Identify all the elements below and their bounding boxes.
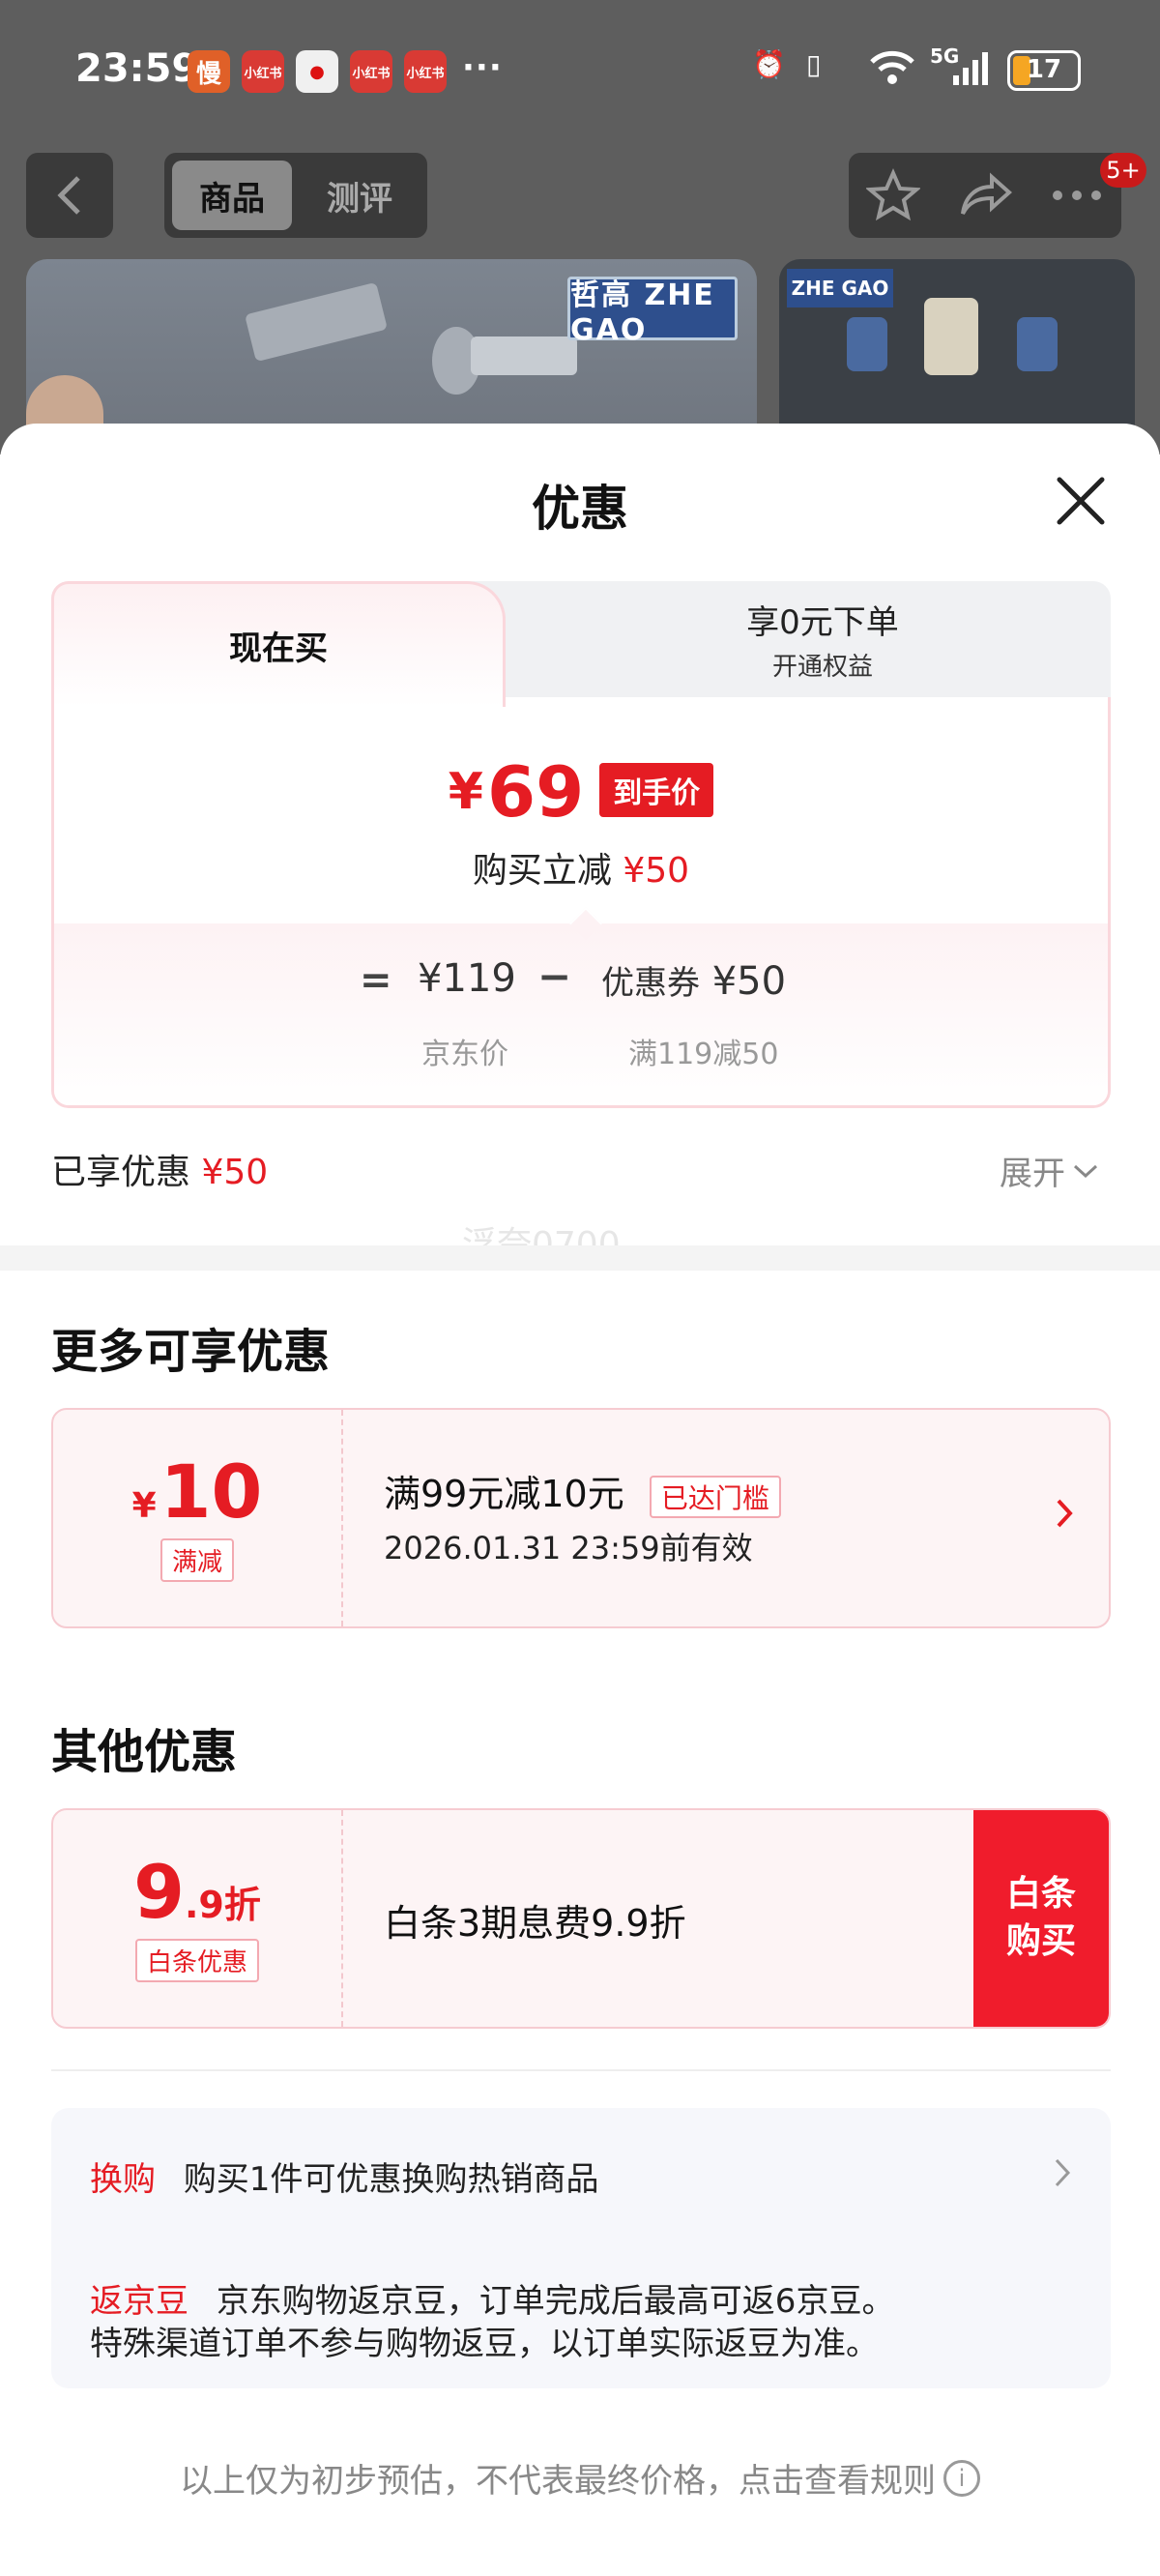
- product-review-tabs: 商品 测评: [164, 153, 427, 238]
- tab-zero-order-sub: 开通权益: [771, 653, 873, 682]
- exchange-text: 购买1件可优惠换购热销商品: [183, 2160, 599, 2199]
- other-offers-title: 其他优惠: [51, 1725, 238, 1779]
- expand-button[interactable]: 展开: [1000, 1147, 1100, 1194]
- original-price-label: 京东价: [421, 1038, 508, 1071]
- tab-zero-order[interactable]: 享0元下单 开通权益: [535, 581, 1111, 697]
- threshold-reached-badge: 已达门槛: [649, 1475, 781, 1518]
- alarm-icon: ⏰: [752, 48, 786, 80]
- vibrate-icon: ▯: [806, 48, 822, 80]
- tab-buy-now[interactable]: 现在买: [51, 581, 506, 707]
- section-gap: [0, 1245, 1160, 1271]
- final-price-tag: 到手价: [599, 763, 714, 817]
- enjoyed-amount: ¥50: [201, 1153, 269, 1192]
- more-icon[interactable]: [1048, 166, 1106, 224]
- baitiao-discount: 9 .9折 白条优惠: [53, 1810, 343, 2027]
- price-disclaimer[interactable]: 以上仅为初步预估，不代表最终价格，点击查看规则 i: [0, 2454, 1160, 2502]
- currency-symbol: ¥: [448, 763, 483, 821]
- coupon-validity: 2026.01.31 23:59前有效: [384, 1530, 753, 1566]
- chevron-left-icon: [57, 176, 80, 215]
- original-price: ¥119: [418, 956, 516, 1001]
- reduction-amount: ¥50: [623, 851, 690, 891]
- brand-logo: 哲高 ZHE GAO: [567, 277, 738, 347]
- signal-icon: [951, 48, 994, 94]
- coupon-card[interactable]: ¥ 10 满减 满99元减10元 已达门槛 2026.01.31 23:59前有…: [51, 1408, 1111, 1628]
- jd-bean-label: 返京豆: [90, 2282, 188, 2321]
- battery-level: 17: [1026, 55, 1062, 84]
- expand-label: 展开: [1000, 1155, 1065, 1193]
- coupon-amount: 10: [160, 1448, 263, 1535]
- coupon-value: ¥ 10 满减: [53, 1410, 343, 1626]
- equals-sign: =: [360, 958, 392, 1003]
- baitiao-discount-small: .9折: [185, 1883, 261, 1926]
- background-page: 23:59 慢 小红书 ● 小红书 小红书 ··· ⏰ ▯ 5G 17 商品 测…: [0, 0, 1160, 454]
- info-icon[interactable]: i: [943, 2459, 980, 2497]
- xiaohongshu-icon: 小红书: [350, 50, 392, 93]
- battery-icon: 17: [1007, 50, 1081, 91]
- brand-logo: ZHE GAO: [787, 269, 893, 307]
- tab-review[interactable]: 测评: [300, 161, 420, 230]
- coupon-currency: ¥: [131, 1485, 157, 1526]
- close-icon[interactable]: [1052, 472, 1110, 530]
- status-bar: 23:59 慢 小红书 ● 小红书 小红书 ··· ⏰ ▯ 5G 17: [0, 0, 1160, 145]
- baitiao-type-tag: 白条优惠: [134, 1938, 259, 1982]
- star-icon[interactable]: [864, 166, 922, 224]
- wifi-icon: [868, 48, 916, 94]
- final-price-value: 69: [486, 751, 585, 833]
- coupon-type-tag: 满减: [160, 1537, 234, 1582]
- chevron-right-icon[interactable]: [1053, 2154, 1072, 2199]
- baitiao-buy-line2: 购买: [1005, 1921, 1076, 1961]
- disclaimer-text: 以上仅为初步预估，不代表最终价格，点击查看规则: [180, 2462, 936, 2501]
- enjoyed-discount: 已享优惠 ¥50: [51, 1144, 268, 1194]
- jd-mascot-icon: ●: [296, 50, 338, 93]
- app-notification-icon: 慢: [188, 50, 230, 93]
- message-badge: 5+: [1100, 153, 1146, 188]
- exchange-row[interactable]: 换购 购买1件可优惠换购热销商品: [90, 2152, 598, 2200]
- more-notifications-icon: ···: [462, 48, 503, 87]
- baitiao-buy-line1: 白条: [1005, 1874, 1076, 1915]
- coupon-deduction-amount: ¥50: [711, 959, 787, 1004]
- price-panel: ¥ 69 到手价 购买立减 ¥50 = ¥119 − 优惠券 ¥50 京东价 满…: [51, 697, 1111, 1108]
- coupon-title: 满99元减10元: [384, 1473, 624, 1515]
- xiaohongshu-icon: 小红书: [242, 50, 284, 93]
- header-actions: [849, 153, 1121, 238]
- baitiao-buy-button[interactable]: 白条 购买: [973, 1810, 1109, 2027]
- share-icon[interactable]: [957, 166, 1015, 224]
- divider: [51, 2069, 1111, 2071]
- price-breakdown-card: 享0元下单 开通权益 ¥ 69 到手价 购买立减 ¥50 = ¥119 − 优惠…: [51, 581, 1111, 1108]
- coupon-title-row: 满99元减10元 已达门槛: [384, 1464, 781, 1518]
- offers-sheet: 优惠 享0元下单 开通权益 ¥ 69 到手价 购买立减 ¥50 = ¥119 −: [0, 424, 1160, 2576]
- chevron-right-icon[interactable]: [1055, 1495, 1074, 1539]
- xiaohongshu-icon: 小红书: [404, 50, 447, 93]
- instant-reduction: 购买立减 ¥50: [54, 842, 1108, 893]
- back-button[interactable]: [26, 153, 113, 238]
- baitiao-discount-big: 9: [133, 1848, 185, 1935]
- coupon-rule: 满119减50: [628, 1038, 779, 1071]
- enjoyed-label: 已享优惠: [51, 1153, 191, 1192]
- more-offers-title: 更多可享优惠: [51, 1325, 331, 1379]
- jd-bean-row: 返京豆 京东购物返京豆，订单完成后最高可返6京豆。: [90, 2274, 894, 2322]
- baitiao-description: 白条3期息费9.9折: [384, 1902, 686, 1945]
- exchange-label: 换购: [90, 2160, 156, 2199]
- final-price: ¥ 69 到手价: [54, 757, 1108, 827]
- chevron-down-icon: [1073, 1164, 1098, 1178]
- coupon-deduction: 优惠券 ¥50: [601, 956, 786, 1004]
- tab-product[interactable]: 商品: [172, 161, 292, 230]
- jd-bean-text-1: 京东购物返京豆，订单完成后最高可返6京豆。: [216, 2282, 895, 2321]
- extra-benefits-box: 换购 购买1件可优惠换购热销商品 返京豆 京东购物返京豆，订单完成后最高可返6京…: [51, 2108, 1111, 2388]
- status-time: 23:59: [75, 46, 199, 91]
- sheet-title: 优惠: [532, 481, 628, 537]
- baitiao-offer-card: 9 .9折 白条优惠 白条3期息费9.9折 白条 购买: [51, 1808, 1111, 2029]
- tab-zero-order-label: 享0元下单: [746, 603, 899, 642]
- price-formula: = ¥119 − 优惠券 ¥50 京东价 满119减50: [54, 923, 1108, 1105]
- jd-bean-text-2: 特殊渠道订单不参与购物返豆，以订单实际返豆为准。: [90, 2325, 879, 2363]
- coupon-deduction-label: 优惠券: [601, 964, 700, 1003]
- minus-sign: −: [537, 952, 572, 1000]
- reduction-label: 购买立减: [472, 851, 612, 891]
